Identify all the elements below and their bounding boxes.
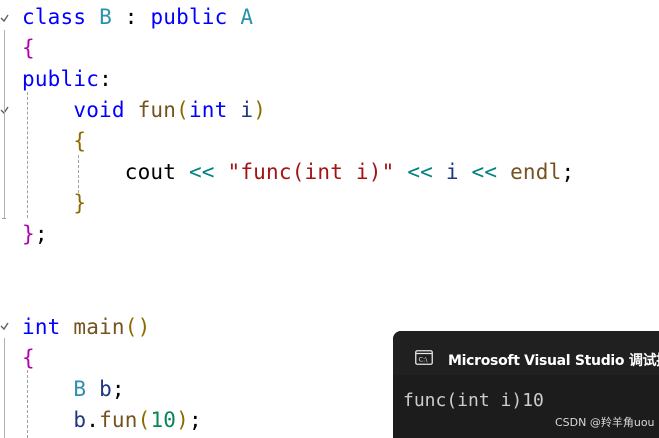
code-line[interactable]: {	[22, 33, 35, 64]
code-token: <<	[188, 160, 215, 184]
code-token: public	[150, 5, 228, 29]
code-token: main	[73, 315, 125, 339]
console-titlebar[interactable]: C:\ Microsoft Visual Studio 调试控	[393, 331, 659, 375]
code-token: {	[22, 346, 35, 370]
fold-line-main	[4, 338, 5, 438]
indent-guide-fun	[78, 155, 79, 193]
code-token: .	[86, 408, 100, 432]
code-token: <<	[407, 160, 433, 184]
fold-line-class	[4, 30, 5, 218]
code-token: :	[99, 67, 112, 91]
code-token: i	[445, 160, 459, 184]
code-token: (	[176, 98, 189, 122]
code-token: class	[22, 5, 87, 29]
code-line[interactable]: b.fun(10);	[22, 405, 202, 436]
console-app-icon: C:\	[415, 350, 435, 366]
code-token: cout	[124, 160, 177, 184]
svg-text:C:\: C:\	[419, 356, 429, 364]
code-token: b	[99, 377, 112, 401]
code-line[interactable]: {	[22, 126, 86, 157]
code-token: fun	[99, 408, 138, 432]
code-token: 10	[150, 408, 177, 432]
code-line[interactable]: void fun(int i)	[22, 95, 266, 126]
code-token: A	[240, 5, 254, 29]
code-line[interactable]: }	[22, 188, 86, 219]
code-token: )	[176, 408, 189, 432]
code-token: endl	[510, 160, 562, 184]
code-line[interactable]: public:	[22, 64, 112, 95]
code-token: b	[73, 408, 87, 432]
console-title: Microsoft Visual Studio 调试控	[448, 353, 659, 369]
code-token: fun	[137, 98, 177, 122]
code-line[interactable]: int main()	[22, 312, 150, 343]
code-token: ;	[188, 408, 202, 432]
code-token: public	[22, 67, 100, 91]
code-token: ;	[561, 160, 575, 184]
code-token: i	[240, 98, 254, 122]
indent-guide-main	[27, 370, 28, 438]
code-token: <<	[471, 160, 498, 184]
code-token: B	[99, 5, 112, 29]
fold-sep	[2, 218, 6, 219]
code-token: int	[22, 315, 61, 339]
indent-guide-class	[27, 92, 28, 218]
code-token: {	[73, 129, 87, 153]
code-token: }	[22, 222, 35, 246]
code-token: (	[137, 408, 151, 432]
fold-marker-class[interactable]	[0, 12, 10, 24]
code-token: }	[73, 191, 87, 215]
code-token: ()	[124, 315, 151, 339]
code-line[interactable]: B b;	[22, 374, 125, 405]
code-token: "func(int i)"	[227, 160, 395, 184]
code-line[interactable]: {	[22, 343, 35, 374]
fold-marker-fun[interactable]	[0, 104, 10, 116]
code-token: :	[111, 5, 151, 29]
code-token: void	[73, 98, 125, 122]
code-line[interactable]: };	[22, 219, 48, 250]
code-line[interactable]: class B : public A	[22, 2, 253, 33]
code-token: )	[253, 98, 267, 122]
console-output: func(int i)10	[403, 390, 544, 411]
code-token: B	[73, 377, 87, 401]
fold-marker-main[interactable]	[0, 320, 10, 332]
code-token: ;	[34, 222, 48, 246]
code-token: int	[188, 98, 228, 122]
code-token: ;	[111, 377, 125, 401]
code-token: {	[22, 36, 35, 60]
code-line[interactable]: cout << "func(int i)" << i << endl;	[22, 157, 574, 188]
watermark: CSDN @羚羊角uou	[555, 416, 655, 429]
